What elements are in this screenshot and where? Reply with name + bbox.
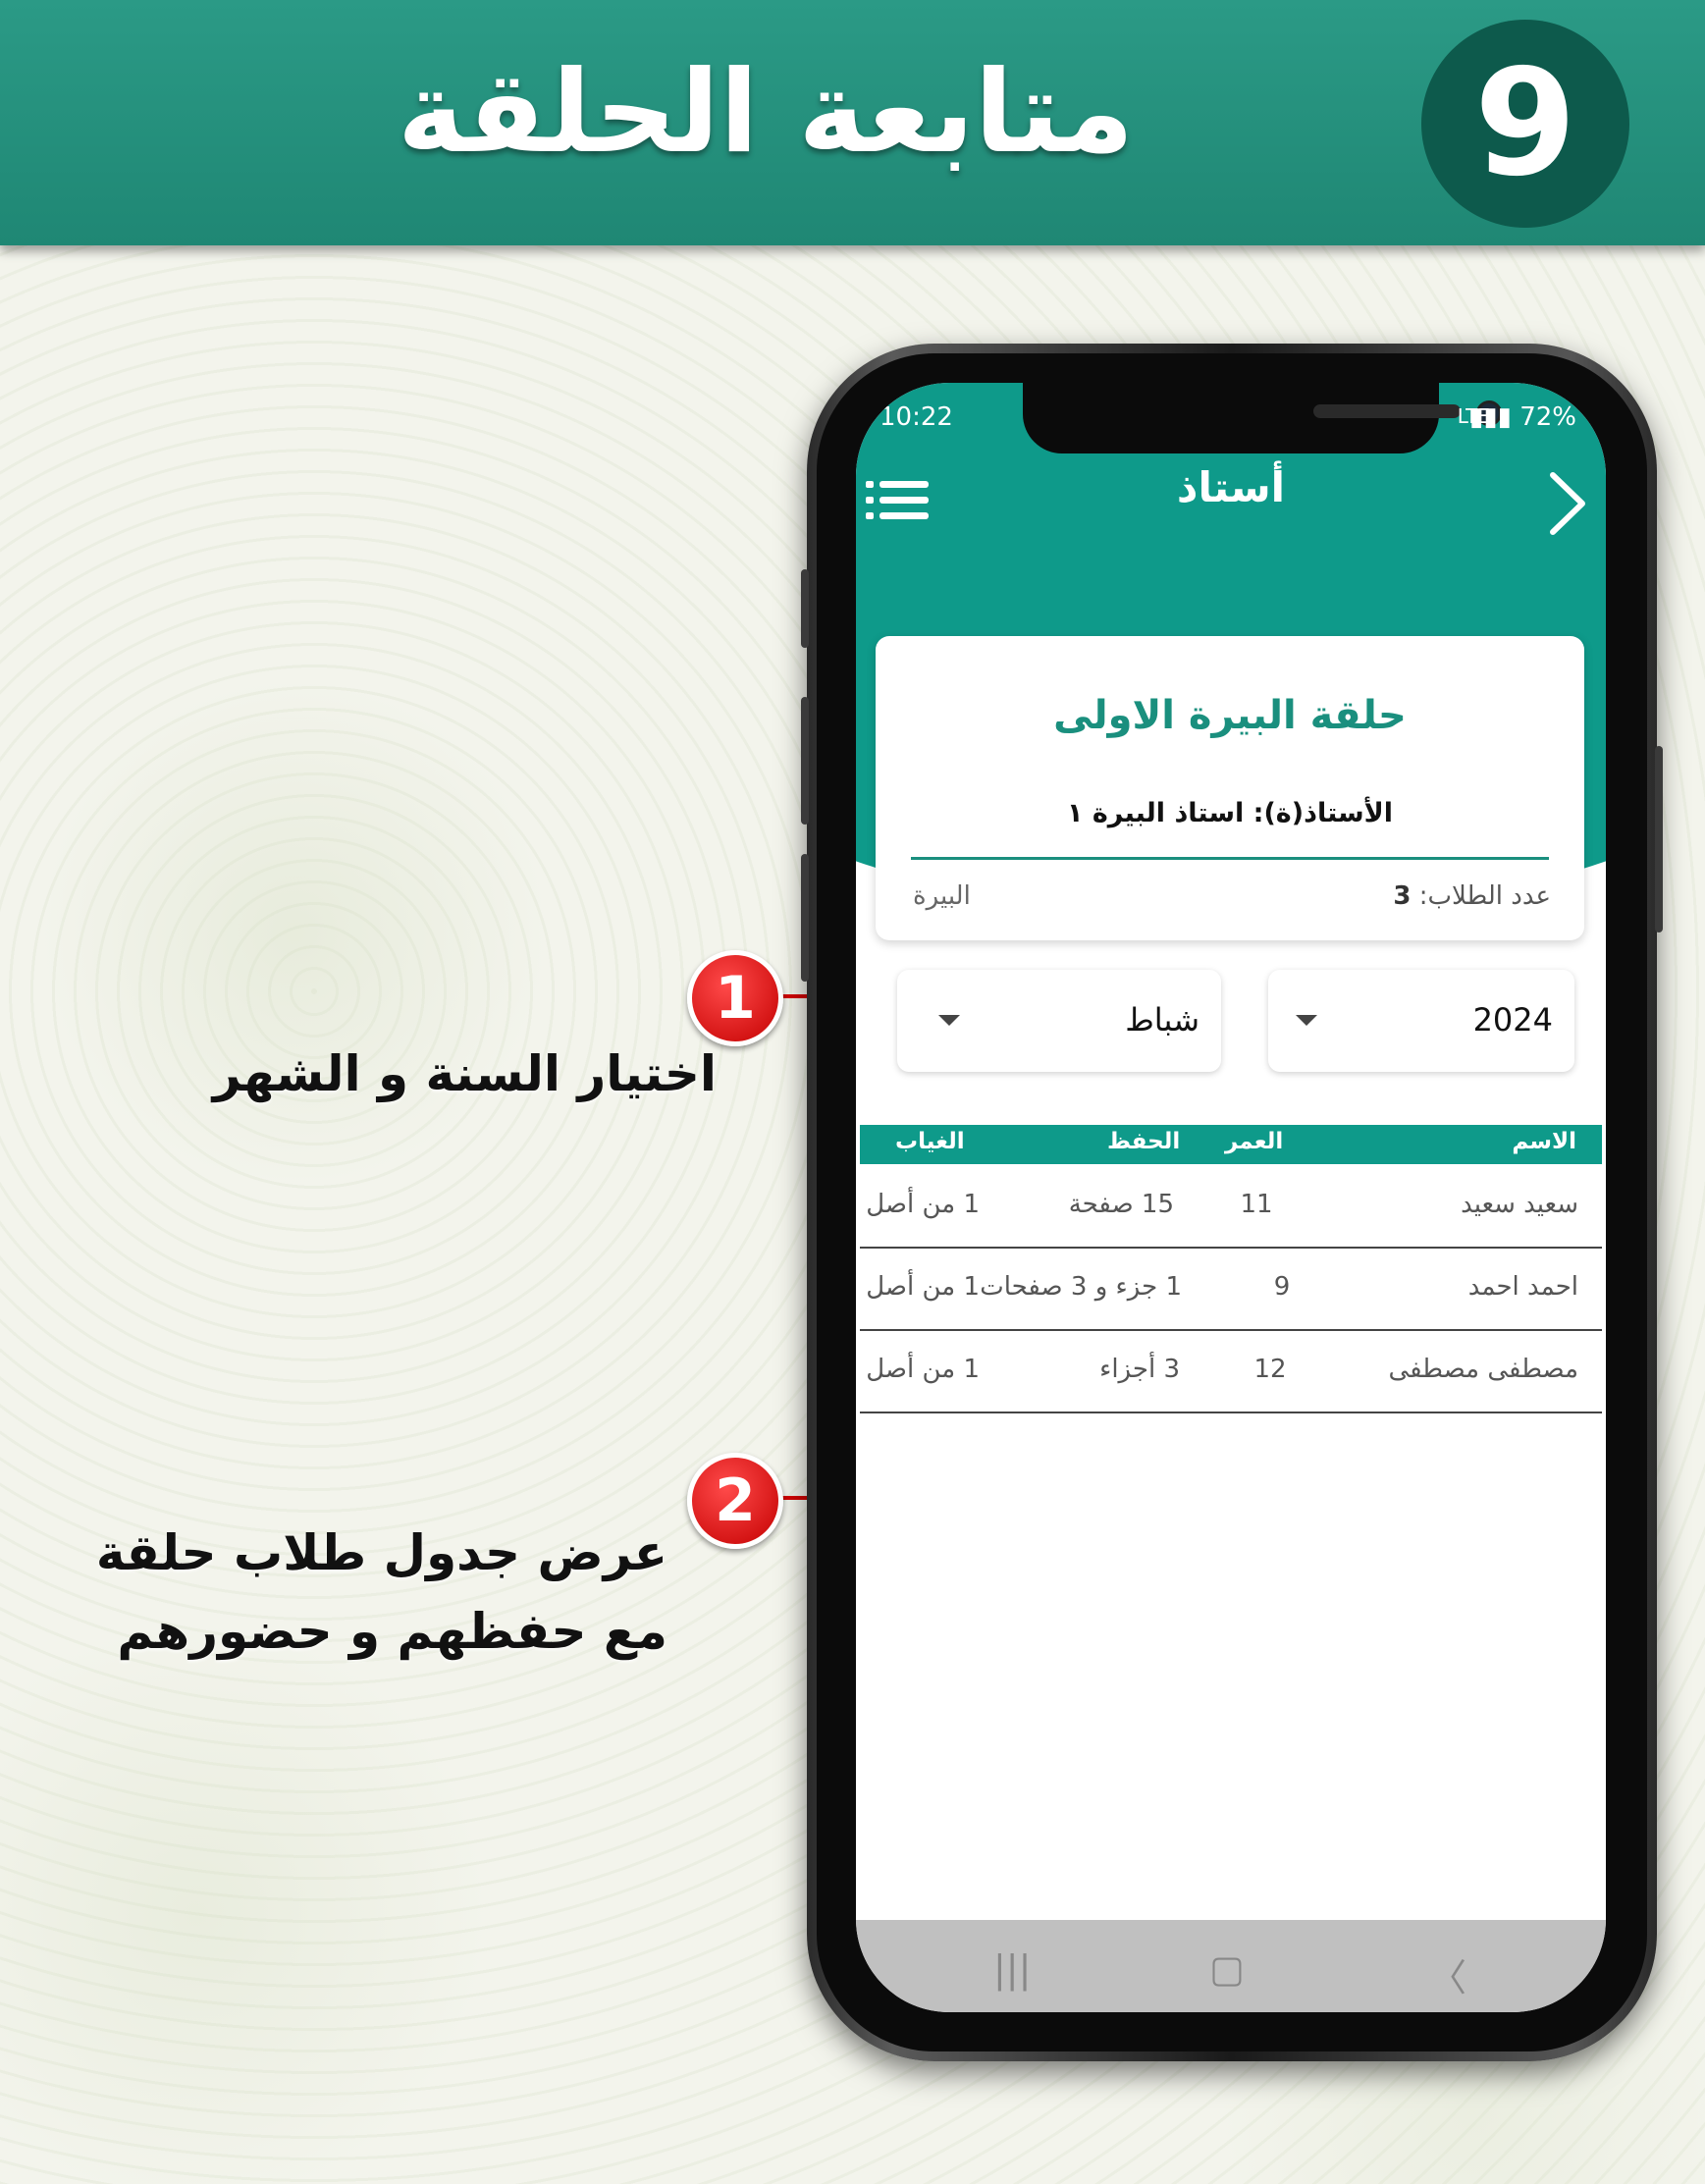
student-absence: 1 من أصل (866, 1272, 980, 1302)
back-button[interactable]: 〈 (1429, 1947, 1466, 2001)
chevron-down-icon (1296, 1015, 1317, 1026)
student-memorization: 1 جزء و 3 صفحات (980, 1272, 1182, 1302)
student-name: احمد احمد (1467, 1272, 1578, 1302)
student-age: 11 (1240, 1190, 1273, 1219)
student-name: سعيد سعيد (1461, 1190, 1578, 1219)
status-time: 10:22 (879, 402, 953, 432)
annotation-badge-1: 1 (687, 950, 783, 1046)
annotation-text-2-line2: مع حفظهم و حضورهم (117, 1603, 667, 1660)
annotation-badge-2: 2 (687, 1453, 783, 1549)
student-memorization: 15 صفحة (1068, 1190, 1174, 1219)
teacher-line: الأستاذ(ة): استاذ البيرة ١ (876, 798, 1584, 828)
student-memorization: 3 أجزاء (1099, 1355, 1180, 1384)
home-button[interactable]: ▢ (1209, 1947, 1245, 1991)
phone-notch (1023, 383, 1502, 453)
phone-volume-down (801, 854, 809, 982)
table-header: الاسم العمر الحفظ الغياب (860, 1125, 1602, 1164)
teacher-name: استاذ البيرة ١ (1066, 798, 1245, 828)
system-nav-bar: ||| ▢ 〈 (856, 1920, 1606, 2012)
students-count-label: عدد الطلاب: (1418, 881, 1551, 911)
header-absence: الغياب (895, 1129, 965, 1154)
students-count-value: 3 (1393, 881, 1412, 911)
phone-volume-up (801, 697, 809, 825)
phone-screen: 10:22 LTE ▮▮▮ 72% أستاذ حلقة البيرة الاو… (856, 383, 1606, 2012)
year-select[interactable]: 2024 (1268, 970, 1574, 1072)
battery-status: ▮▮▮ 72% (1469, 402, 1576, 432)
month-select[interactable]: شباط (897, 970, 1221, 1072)
circle-name: حلقة البيرة الاولى (1053, 693, 1407, 738)
header-memorization: الحفظ (1107, 1129, 1181, 1154)
absence-cell: 1 من أصل (860, 1247, 987, 1329)
phone-power-button (1655, 746, 1663, 932)
table-row[interactable]: مصطفى مصطفى 12 3 أجزاء 1 من أصل (860, 1329, 1602, 1413)
year-select-value: 2024 (1472, 1001, 1553, 1039)
circle-info-card: حلقة البيرة الاولى الأستاذ(ة): استاذ الب… (876, 636, 1584, 940)
battery-level: 72% (1519, 402, 1576, 432)
chevron-down-icon (938, 1015, 960, 1026)
absence-cell: 1 من أصل (860, 1164, 987, 1247)
phone-side-button (801, 569, 809, 648)
header-name: الاسم (1512, 1129, 1576, 1154)
chevron-right-icon[interactable] (1543, 469, 1592, 538)
student-absence: 1 من أصل (866, 1355, 980, 1384)
students-count: عدد الطلاب: 3 (1393, 881, 1551, 911)
annotation-text-2-line1: عرض جدول طلاب حلقة (95, 1524, 667, 1581)
month-select-value: شباط (1125, 1001, 1199, 1039)
header-age: العمر (1225, 1129, 1284, 1154)
student-name: مصطفى مصطفى (1388, 1355, 1578, 1384)
card-divider (911, 857, 1549, 860)
annotation-text-1: اختيار السنة و الشهر (212, 1045, 717, 1102)
app-title: أستاذ (1176, 463, 1286, 511)
circle-place: البيرة (913, 881, 971, 911)
absence-cell: 1 من أصل (860, 1329, 987, 1412)
student-age: 12 (1253, 1355, 1287, 1384)
teacher-label: الأستاذ(ة): (1252, 798, 1394, 828)
table-row[interactable]: سعيد سعيد 11 15 صفحة 1 من أصل (860, 1164, 1602, 1249)
student-age: 9 (1273, 1272, 1291, 1302)
speaker-grille (1313, 404, 1461, 418)
recents-button[interactable]: ||| (993, 1947, 1031, 1991)
student-absence: 1 من أصل (866, 1190, 980, 1219)
